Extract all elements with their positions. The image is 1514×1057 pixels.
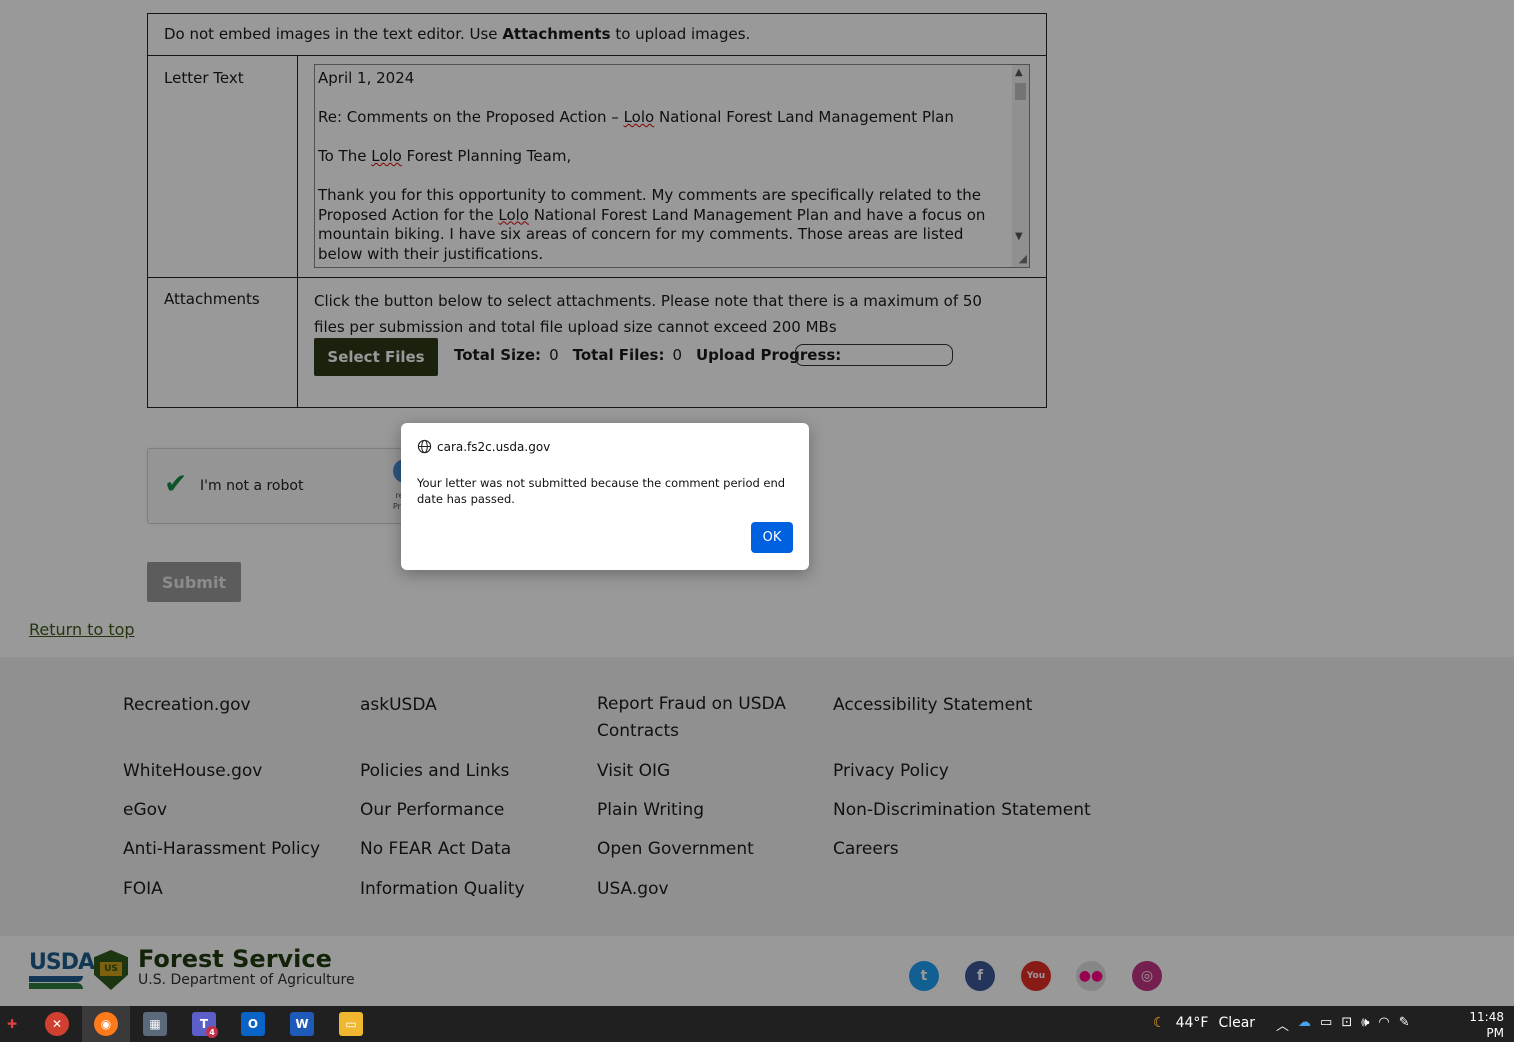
taskbar-clock[interactable]: 11:48 PM 4/1/2024 <box>1454 1009 1508 1057</box>
display-icon[interactable]: ⊡ <box>1341 1015 1352 1034</box>
dialog-origin: cara.fs2c.usda.gov <box>417 439 550 454</box>
remote-app-icon[interactable]: ✕ <box>45 1012 69 1036</box>
moon-icon: ☾ <box>1153 1015 1166 1031</box>
app-launcher-icon[interactable]: ✚ <box>0 1012 24 1036</box>
word-icon[interactable]: W <box>290 1012 314 1036</box>
alert-dialog: cara.fs2c.usda.gov Your letter was not s… <box>401 423 809 570</box>
volume-icon[interactable]: 🕪 <box>1361 1015 1369 1034</box>
battery-icon[interactable]: ▭ <box>1320 1015 1332 1034</box>
ok-button[interactable]: OK <box>751 522 793 553</box>
globe-icon <box>417 439 432 454</box>
teams-badge: 4 <box>206 1026 218 1038</box>
calculator-icon[interactable]: ▦ <box>143 1012 167 1036</box>
chevron-up-icon[interactable]: ︿ <box>1276 1015 1289 1034</box>
weather-widget[interactable]: ☾ 44°F Clear <box>1153 1015 1255 1031</box>
windows-taskbar: ✚ ✕ ◉ ▦ T 4 O W ▭ ☾ 44°F Clear ︿ ☁ ▭ ⊡ 🕪… <box>0 1006 1514 1056</box>
system-tray: ︿ ☁ ▭ ⊡ 🕪 ◠ ✎ <box>1276 1015 1410 1034</box>
outlook-icon[interactable]: O <box>241 1012 265 1036</box>
wifi-icon[interactable]: ◠ <box>1378 1015 1389 1034</box>
file-explorer-icon[interactable]: ▭ <box>339 1012 363 1036</box>
onedrive-icon[interactable]: ☁ <box>1298 1015 1311 1034</box>
pen-icon[interactable]: ✎ <box>1399 1015 1410 1034</box>
firefox-icon[interactable]: ◉ <box>94 1012 118 1036</box>
dialog-message: Your letter was not submitted because th… <box>417 476 786 506</box>
